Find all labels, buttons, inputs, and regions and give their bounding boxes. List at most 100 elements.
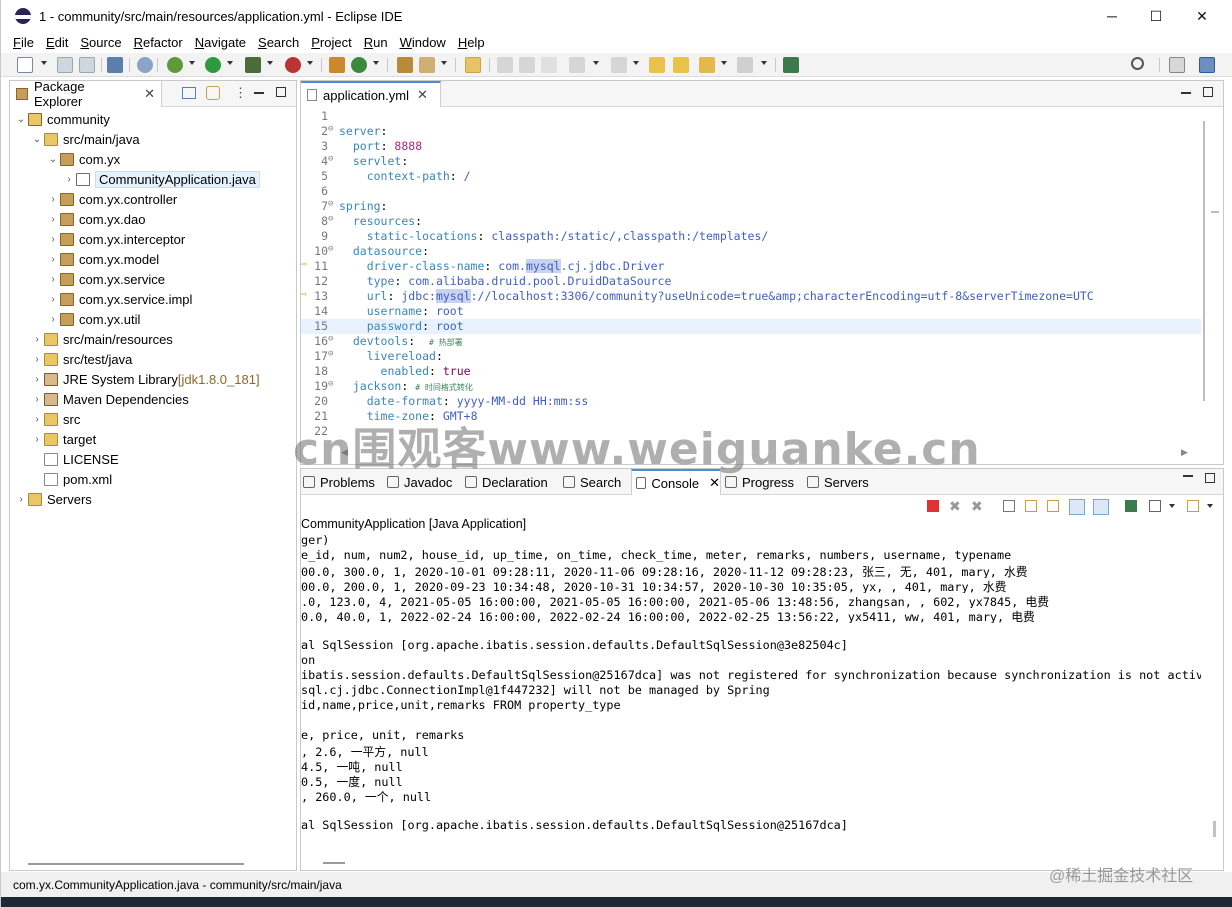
tree-item[interactable]: › target bbox=[30, 429, 96, 449]
save-all-icon[interactable] bbox=[79, 57, 95, 73]
menu-navigate[interactable]: Navigate bbox=[195, 35, 246, 50]
scroll-left-icon[interactable]: ◀ bbox=[341, 447, 351, 457]
tree-item[interactable]: › src/main/resources bbox=[30, 329, 172, 349]
external-tools-dropdown-icon[interactable] bbox=[307, 61, 313, 65]
code-line[interactable]: 14 username: root bbox=[301, 304, 1201, 319]
search-dropdown-icon[interactable] bbox=[441, 61, 447, 65]
console-horizontal-scrollbar[interactable] bbox=[323, 862, 345, 864]
next-annotation-dropdown-icon[interactable] bbox=[593, 61, 599, 65]
show-on-stderr-icon[interactable] bbox=[1093, 499, 1109, 515]
tab-declaration[interactable]: Declaration bbox=[465, 469, 559, 495]
word-wrap-console-icon[interactable] bbox=[1047, 500, 1059, 512]
save-icon[interactable] bbox=[57, 57, 73, 73]
menu-source[interactable]: Source bbox=[80, 35, 121, 50]
tree-item[interactable]: ⌄ community bbox=[14, 109, 110, 129]
scroll-right-icon[interactable]: ▶ bbox=[1181, 447, 1188, 458]
fold-toggle-icon[interactable]: ⊖ bbox=[328, 199, 338, 209]
expand-arrow-icon[interactable]: › bbox=[14, 494, 28, 505]
close-icon[interactable]: ✕ bbox=[144, 86, 155, 102]
tab-progress[interactable]: Progress bbox=[725, 469, 803, 495]
open-perspective-icon[interactable] bbox=[1169, 57, 1185, 73]
last-edit-icon[interactable] bbox=[649, 57, 665, 73]
code-line[interactable]: 15 password: root bbox=[301, 319, 1201, 334]
search-icon[interactable] bbox=[1131, 57, 1144, 70]
menu-project[interactable]: Project bbox=[311, 35, 351, 50]
remove-launch-icon[interactable]: ✖ bbox=[949, 498, 961, 515]
tree-item[interactable]: › src/test/java bbox=[30, 349, 132, 369]
coverage-dropdown-icon[interactable] bbox=[267, 61, 273, 65]
new-java-project-icon[interactable] bbox=[329, 57, 345, 73]
collapse-all-icon[interactable] bbox=[182, 87, 196, 99]
fold-toggle-icon[interactable]: ⊖ bbox=[328, 154, 338, 164]
menu-run[interactable]: Run bbox=[364, 35, 388, 50]
forward-edit-icon[interactable] bbox=[673, 57, 689, 73]
next-annotation-icon[interactable] bbox=[569, 57, 585, 73]
code-line[interactable]: 13 url: jdbc:mysql://localhost:3306/comm… bbox=[301, 289, 1201, 304]
forward-icon[interactable] bbox=[737, 57, 753, 73]
expand-arrow-icon[interactable]: › bbox=[46, 274, 60, 285]
toggle-mark-occurrences-icon[interactable] bbox=[465, 57, 481, 73]
close-icon[interactable]: ✕ bbox=[709, 475, 720, 491]
terminal-icon[interactable] bbox=[107, 57, 123, 73]
expand-arrow-icon[interactable]: ⌄ bbox=[30, 134, 44, 145]
view-menu-icon[interactable]: ⋮ bbox=[234, 85, 247, 101]
new-icon[interactable] bbox=[17, 57, 33, 73]
tab-console[interactable]: Console ✕ bbox=[631, 469, 721, 495]
tree-item[interactable]: LICENSE bbox=[30, 449, 119, 469]
minimize-console-icon[interactable] bbox=[1183, 475, 1193, 477]
tree-item[interactable]: › com.yx.service.impl bbox=[46, 289, 192, 309]
code-line[interactable]: 6 bbox=[301, 184, 1201, 199]
menu-file[interactable]: File bbox=[13, 35, 34, 50]
previous-annotation-icon[interactable] bbox=[611, 57, 627, 73]
expand-arrow-icon[interactable]: › bbox=[30, 394, 44, 405]
expand-arrow-icon[interactable]: ⌄ bbox=[46, 154, 60, 165]
close-icon[interactable]: ✕ bbox=[417, 87, 428, 103]
tree-item[interactable]: pom.xml bbox=[30, 469, 112, 489]
tree-item[interactable]: ⌄ src/main/java bbox=[30, 129, 140, 149]
fold-toggle-icon[interactable]: ⊖ bbox=[328, 124, 338, 134]
minimize-button[interactable]: ─ bbox=[1089, 0, 1135, 32]
back-icon[interactable] bbox=[699, 57, 715, 73]
tab-package-explorer[interactable]: Package Explorer ✕ bbox=[10, 79, 162, 109]
new-class-icon[interactable] bbox=[351, 57, 367, 73]
tree-item[interactable]: › com.yx.service bbox=[46, 269, 165, 289]
open-console-icon[interactable] bbox=[1187, 500, 1199, 512]
menu-help[interactable]: Help bbox=[458, 35, 485, 50]
code-line[interactable]: 5 context-path: / bbox=[301, 169, 1201, 184]
minimize-view-icon[interactable] bbox=[254, 92, 264, 94]
tab-application-yml[interactable]: application.yml ✕ bbox=[301, 81, 441, 107]
forward-dropdown-icon[interactable] bbox=[761, 61, 767, 65]
new-class-dropdown-icon[interactable] bbox=[373, 61, 379, 65]
run-icon[interactable] bbox=[205, 57, 221, 73]
tree-item[interactable]: › Maven Dependencies bbox=[30, 389, 188, 409]
block-selection-icon[interactable] bbox=[497, 57, 513, 73]
menu-edit[interactable]: Edit bbox=[46, 35, 68, 50]
expand-arrow-icon[interactable]: › bbox=[30, 434, 44, 445]
tree-item[interactable]: › com.yx.interceptor bbox=[46, 229, 185, 249]
code-line[interactable]: 12 type: com.alibaba.druid.pool.DruidDat… bbox=[301, 274, 1201, 289]
expand-arrow-icon[interactable]: › bbox=[30, 374, 44, 385]
menu-window[interactable]: Window bbox=[400, 35, 446, 50]
back-dropdown-icon[interactable] bbox=[721, 61, 727, 65]
tree-item[interactable]: › com.yx.dao bbox=[46, 209, 145, 229]
code-line[interactable]: 7 ⊖ spring: bbox=[301, 199, 1201, 214]
code-line[interactable]: 8 ⊖ resources: bbox=[301, 214, 1201, 229]
tab-problems[interactable]: Problems bbox=[303, 469, 383, 495]
code-line[interactable]: 1 bbox=[301, 109, 1201, 124]
display-console-icon[interactable] bbox=[1149, 500, 1161, 512]
fold-toggle-icon[interactable]: ⊖ bbox=[328, 214, 338, 224]
show-on-stdout-icon[interactable] bbox=[1069, 499, 1085, 515]
expand-arrow-icon[interactable]: › bbox=[46, 294, 60, 305]
menu-refactor[interactable]: Refactor bbox=[134, 35, 183, 50]
expand-arrow-icon[interactable]: › bbox=[30, 354, 44, 365]
code-line[interactable]: 18 enabled: true bbox=[301, 364, 1201, 379]
expand-arrow-icon[interactable]: ⌄ bbox=[14, 114, 28, 125]
tab-servers[interactable]: Servers bbox=[807, 469, 879, 495]
code-line[interactable]: 11 driver-class-name: com.mysql.cj.jdbc.… bbox=[301, 259, 1201, 274]
skip-breakpoints-icon[interactable] bbox=[137, 57, 153, 73]
fold-toggle-icon[interactable]: ⊖ bbox=[328, 334, 338, 344]
open-console-dropdown-icon[interactable] bbox=[1207, 504, 1213, 508]
code-editor[interactable]: 1 2 ⊖ server: 3 port: 8888 4 ⊖ servlet: 5 conte… bbox=[301, 107, 1223, 438]
console-vertical-scrollbar[interactable] bbox=[1213, 821, 1216, 837]
expand-arrow-icon[interactable]: › bbox=[46, 214, 60, 225]
